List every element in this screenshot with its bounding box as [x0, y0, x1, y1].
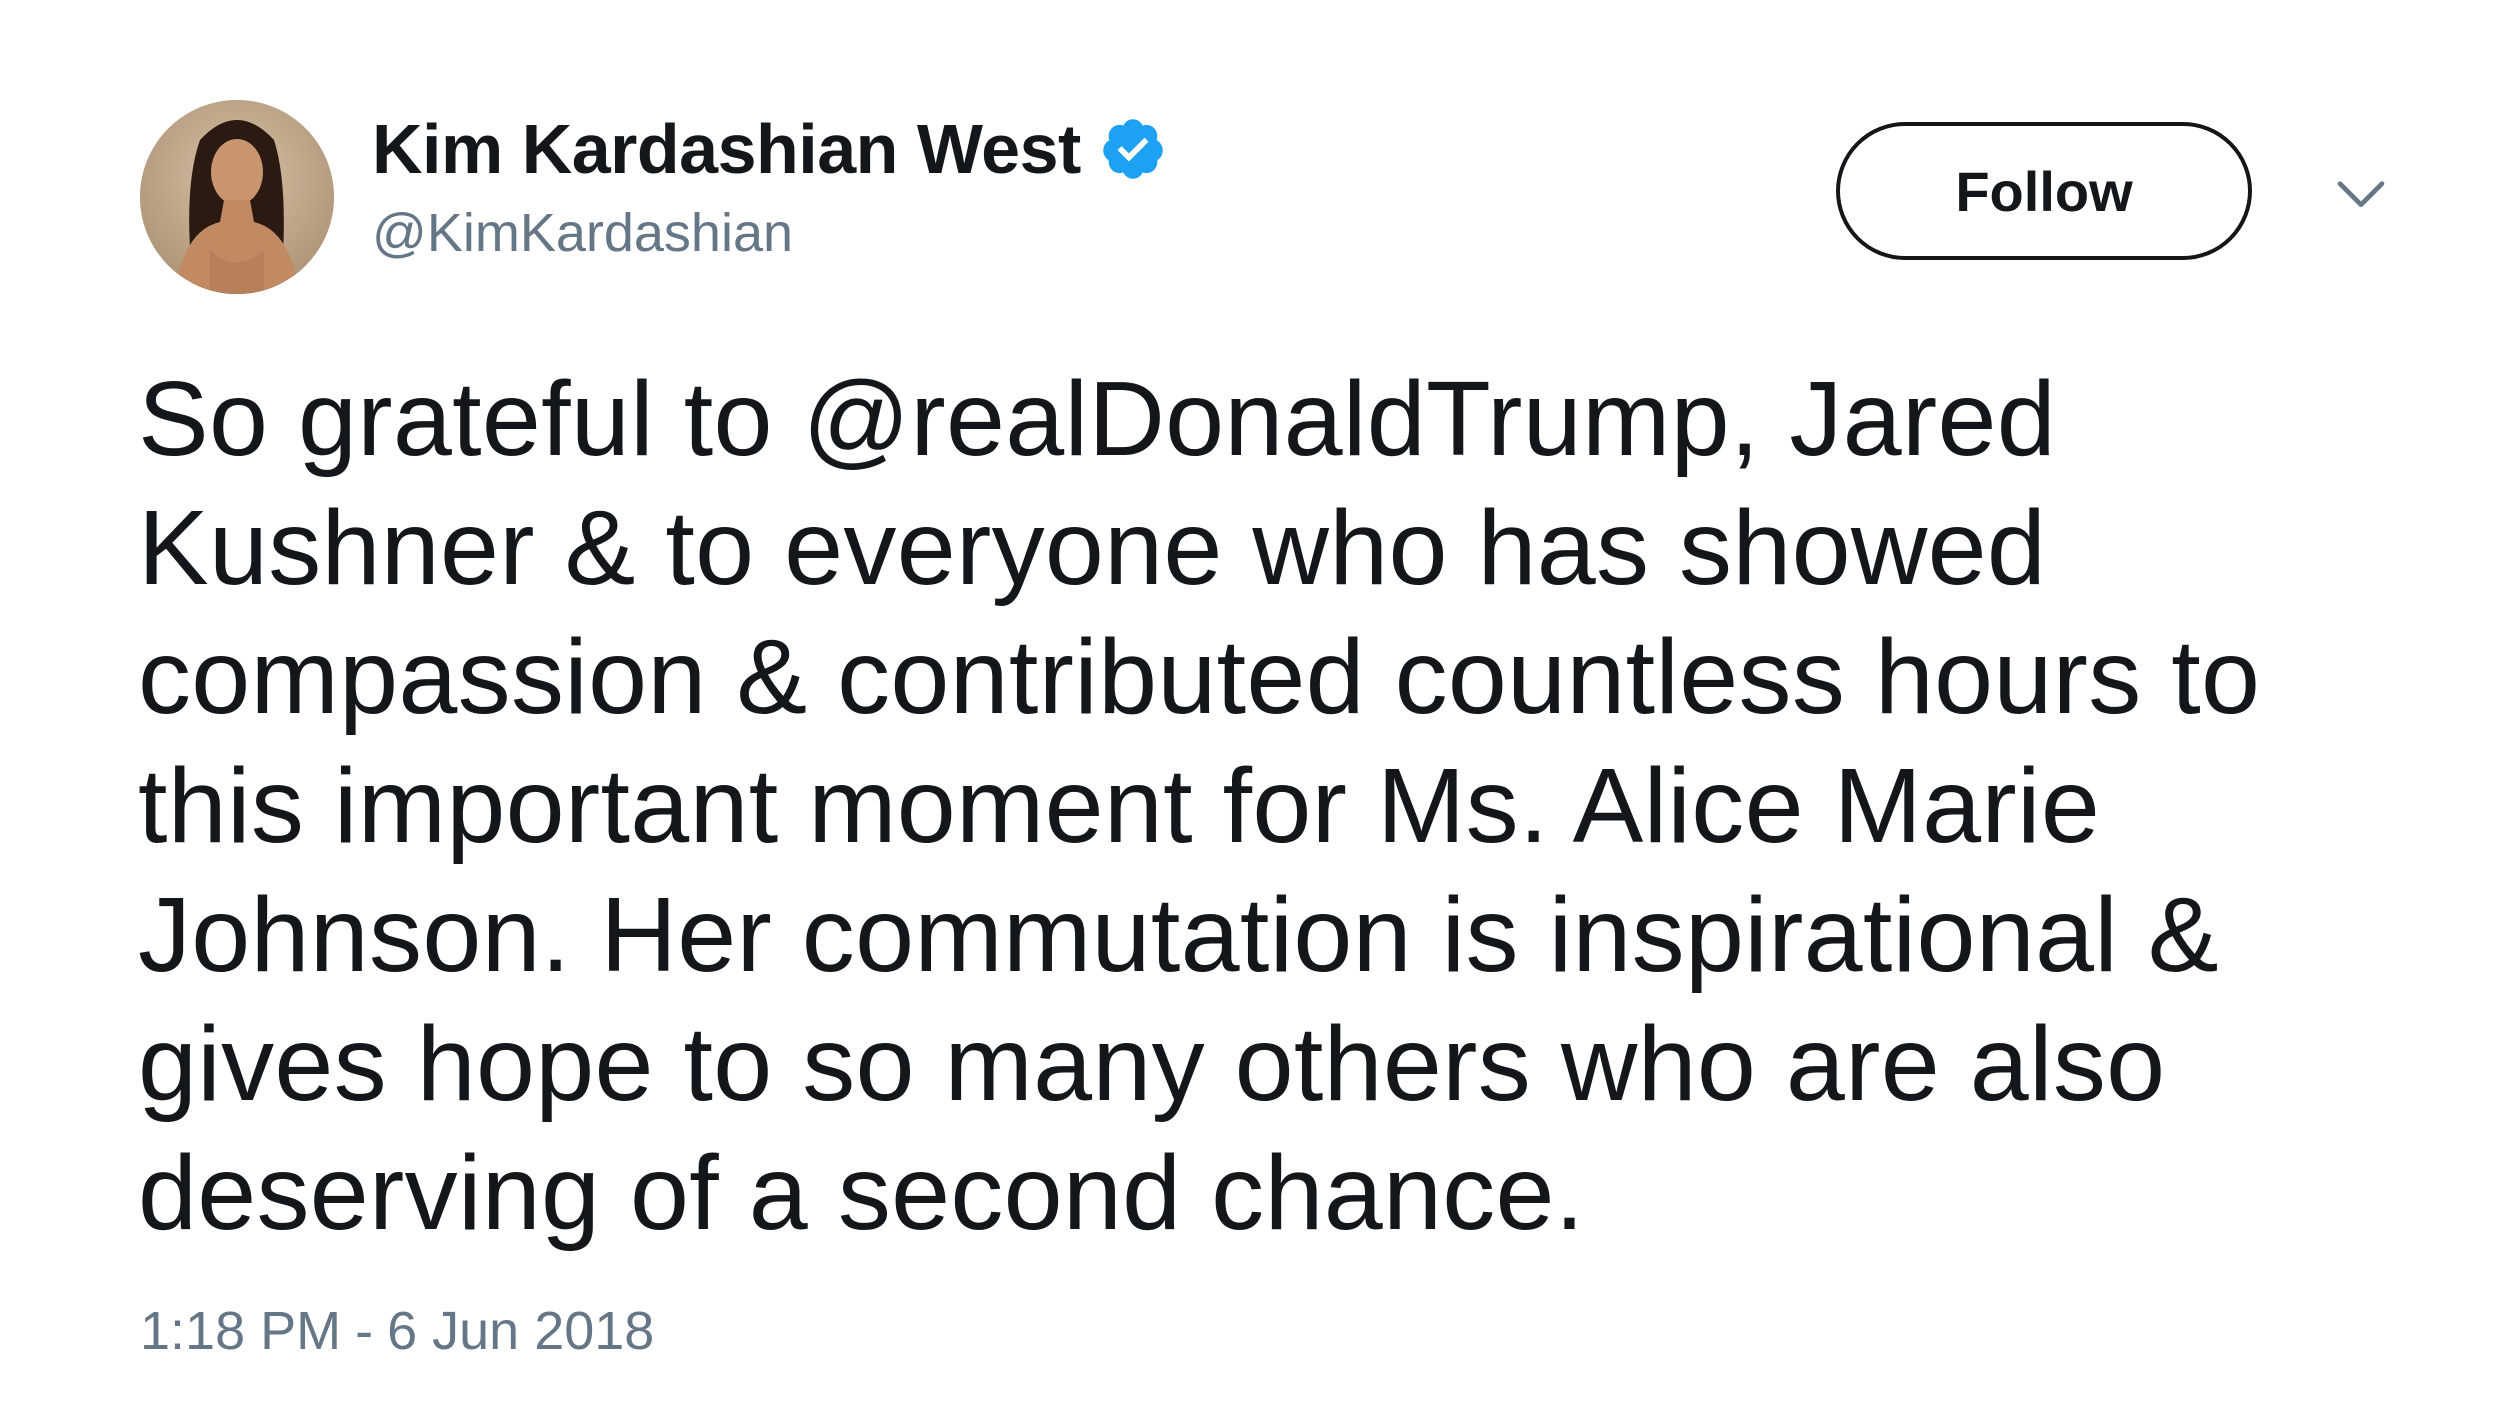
author-avatar[interactable]	[140, 100, 334, 294]
more-options-button[interactable]	[2326, 158, 2396, 228]
tweet-date: 6 Jun 2018	[387, 1301, 655, 1361]
tweet-text-line: gives hope to so many others who are als…	[138, 1005, 2166, 1123]
tweet-time: 1:18 PM	[140, 1301, 342, 1361]
tweet-text-line: compassion & contributed countless hours…	[138, 618, 2261, 736]
timestamp-separator: -	[355, 1301, 374, 1361]
follow-button[interactable]: Follow	[1836, 122, 2252, 260]
author-display-name[interactable]: Kim Kardashian West	[372, 109, 1081, 189]
tweet-text-line: Johnson. Her commutation is inspirationa…	[138, 876, 2219, 994]
display-name-row: Kim Kardashian West	[372, 104, 1167, 194]
tweet-text-line: Kushner & to everyone who has showed	[138, 489, 2047, 607]
tweet-timestamp[interactable]: 1:18 PM -6 Jun 2018	[140, 1300, 654, 1362]
tweet-text: So grateful to @realDonaldTrump, Jared K…	[138, 355, 2438, 1258]
tweet-text-line: this important moment for Ms. Alice Mari…	[138, 747, 2101, 865]
tweet-card: Kim Kardashian West @KimKardashian Follo…	[0, 0, 2512, 1416]
author-names: Kim Kardashian West @KimKardashian	[372, 104, 1167, 264]
chevron-down-icon	[2337, 181, 2385, 208]
profile-photo	[140, 100, 334, 294]
tweet-text-line: So grateful to @realDonaldTrump, Jared	[138, 360, 2057, 478]
verified-badge-icon	[1099, 115, 1167, 183]
tweet-text-line: deserving of a second chance.	[138, 1134, 1585, 1252]
author-handle[interactable]: @KimKardashian	[372, 202, 1167, 264]
